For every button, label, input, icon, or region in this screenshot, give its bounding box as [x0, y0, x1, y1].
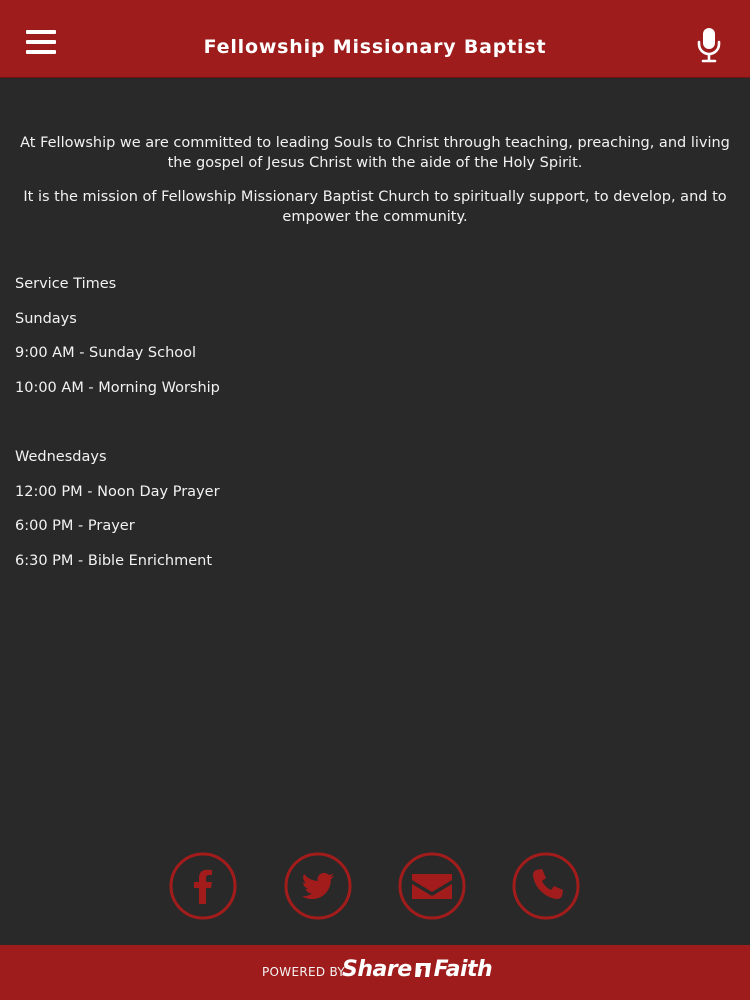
service-item: 6:00 PM - Prayer	[15, 518, 135, 535]
page-content: At Fellowship we are committed to leadin…	[0, 78, 750, 569]
facebook-icon[interactable]	[169, 852, 237, 920]
wednesdays-label: Wednesdays	[15, 448, 107, 465]
email-icon[interactable]	[398, 852, 466, 920]
hamburger-menu-icon[interactable]	[26, 30, 56, 58]
sundays-label: Sundays	[15, 310, 77, 327]
brand-text: Share	[342, 957, 412, 982]
mission-paragraph: At Fellowship we are committed to leadin…	[20, 135, 730, 171]
microphone-icon[interactable]	[696, 27, 722, 63]
powered-by-label: POWERED BY	[262, 965, 346, 979]
service-item: 9:00 AM - Sunday School	[15, 345, 197, 362]
app-header: Fellowship Missionary Baptist	[0, 0, 750, 78]
service-times: Service Times Sundays 9:00 AM - Sunday S…	[15, 274, 220, 585]
service-times-heading: Service Times	[15, 276, 117, 292]
service-item: 6:30 PM - Bible Enrichment	[15, 552, 213, 569]
brand-text: Faith	[433, 957, 493, 982]
sharefaith-logo[interactable]: Share Faith	[342, 957, 493, 982]
social-links	[0, 852, 750, 922]
page-title: Fellowship Missionary Baptist	[203, 36, 547, 58]
mission-paragraph: It is the mission of Fellowship Missiona…	[23, 189, 727, 225]
twitter-icon[interactable]	[284, 852, 352, 920]
phone-icon[interactable]	[512, 852, 580, 920]
mission-statement: At Fellowship we are committed to leadin…	[20, 133, 730, 227]
app-footer: POWERED BY Share Faith	[0, 945, 750, 1000]
sharefaith-mark-icon	[414, 963, 431, 977]
service-item: 12:00 PM - Noon Day Prayer	[15, 483, 220, 500]
service-item: 10:00 AM - Morning Worship	[15, 379, 220, 396]
